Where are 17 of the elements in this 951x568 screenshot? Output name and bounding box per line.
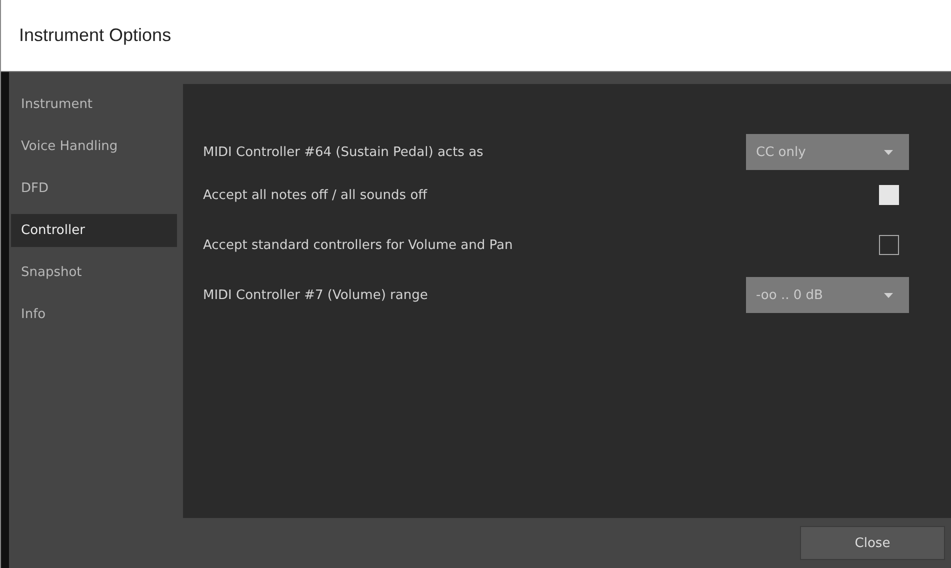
sidebar-item[interactable]: Instrument	[11, 88, 177, 121]
option-label: Accept standard controllers for Volume and Pan	[203, 238, 513, 252]
sidebar-item[interactable]: Snapshot	[11, 256, 177, 289]
option-label: Accept all notes off / all sounds off	[203, 188, 428, 202]
sidebar-item[interactable]: Voice Handling	[11, 130, 177, 163]
checkbox[interactable]	[879, 235, 899, 255]
caret-icon	[884, 292, 893, 298]
window-title: Instrument Options	[19, 25, 172, 46]
sidebar-item[interactable]: Controller	[11, 214, 177, 247]
close-button[interactable]: Close	[800, 526, 945, 560]
sidebar-item[interactable]: DFD	[11, 172, 177, 205]
dropdown[interactable]: CC only	[746, 134, 909, 170]
option-label: MIDI Controller #7 (Volume) range	[203, 288, 428, 302]
caret-icon	[884, 150, 893, 154]
sidebar-item[interactable]: Info	[11, 298, 177, 331]
dropdown[interactable]: -oo .. 0 dB	[746, 277, 909, 313]
option-label: MIDI Controller #64 (Sustain Pedal) acts as	[203, 144, 484, 160]
